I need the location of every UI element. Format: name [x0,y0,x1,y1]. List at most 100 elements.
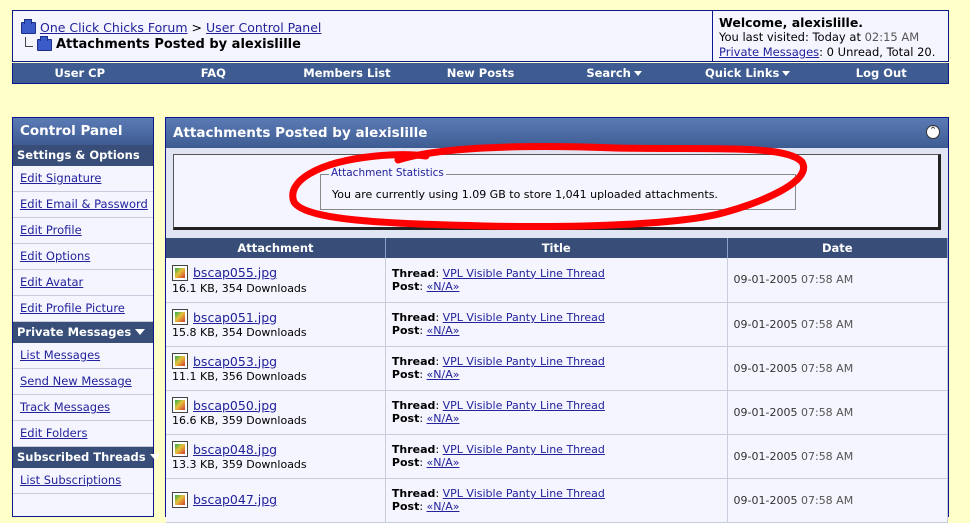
thread-link[interactable]: VPL Visible Panty Line Thread [443,267,605,280]
sidebar-category-private-messages[interactable]: Private Messages [13,322,153,343]
navbar-top-box: One Click Chicks Forum > User Control Pa… [12,10,949,62]
post-link[interactable]: «N/A» [427,412,460,425]
image-file-icon [172,441,188,457]
image-file-icon [172,309,188,325]
sidebar-category-subscribed-threads[interactable]: Subscribed Threads [13,447,160,468]
main-navbar: User CP FAQ Members List New Posts Searc… [12,63,949,84]
last-visit-label: You last visited: Today at [719,30,861,44]
nav-search[interactable]: Search [547,66,681,80]
nav-quick-links[interactable]: Quick Links [681,66,815,80]
thread-label: Thread [391,487,436,500]
attachment-cell: bscap051.jpg 15.8 KB, 354 Downloads [166,302,386,347]
breadcrumb-section-link[interactable]: User Control Panel [206,20,321,35]
chevron-down-icon [782,71,791,76]
breadcrumb-forum-link[interactable]: One Click Chicks Forum [40,20,188,35]
attachment-link[interactable]: bscap053.jpg [193,354,277,369]
nav-faq[interactable]: FAQ [147,66,281,80]
table-row: bscap050.jpg 16.6 KB, 359 Downloads Thread… [166,390,949,435]
attachment-cell: bscap047.jpg [166,478,386,523]
post-time: 07:58 AM [800,449,854,463]
thread-link[interactable]: VPL Visible Panty Line Thread [443,487,605,500]
image-file-icon [172,397,188,413]
attachment-cell: bscap048.jpg 13.3 KB, 359 Downloads [166,434,386,479]
nav-log-out[interactable]: Log Out [814,66,948,80]
stats-legend: Attachment Statistics [329,167,446,179]
nav-user-cp[interactable]: User CP [13,66,147,80]
attachment-stats-box: Attachment Statistics You are currently … [173,154,941,230]
col-header-title[interactable]: Title [385,238,728,258]
image-file-icon [172,264,188,281]
thread-link[interactable]: VPL Visible Panty Line Thread [443,355,605,368]
sidebar-item-edit-signature[interactable]: Edit Signature [13,166,153,192]
post-label: Post [391,500,420,513]
date-cell: 09-01-2005 07:58 AM [727,302,949,347]
thread-link[interactable]: VPL Visible Panty Line Thread [443,443,605,456]
attachment-link[interactable]: bscap050.jpg [193,398,277,413]
post-link[interactable]: «N/A» [427,368,460,381]
sidebar-item-edit-avatar[interactable]: Edit Avatar [13,270,153,296]
sidebar-item-track-messages[interactable]: Track Messages [13,395,153,421]
nav-members-list[interactable]: Members List [280,66,414,80]
attachment-link[interactable]: bscap048.jpg [193,442,277,457]
breadcrumb: One Click Chicks Forum > User Control Pa… [21,11,711,61]
col-header-attachment[interactable]: Attachment [166,238,386,258]
page-title: Attachments Posted by alexislille [56,37,301,52]
attachment-link[interactable]: bscap055.jpg [193,265,277,280]
table-row: bscap055.jpg 16.1 KB, 354 Downloads Thread… [166,258,949,303]
attachment-meta: 11.1 KB, 356 Downloads [172,370,307,383]
title-cell: Thread: VPL Visible Panty Line Thread Pos… [385,434,728,479]
post-label: Post [391,456,420,469]
sidebar-item-edit-folders[interactable]: Edit Folders [13,421,153,447]
thread-link[interactable]: VPL Visible Panty Line Thread [443,311,605,324]
thread-label: Thread [391,266,436,280]
sidebar-item-edit-profile[interactable]: Edit Profile [13,218,153,244]
sidebar-item-send-new-message[interactable]: Send New Message [13,369,153,395]
sidebar-item-edit-email-password[interactable]: Edit Email & Password [13,192,153,218]
attachment-link[interactable]: bscap047.jpg [193,492,277,507]
image-file-icon [172,353,188,369]
thread-label: Thread [391,311,436,324]
welcome-title: Welcome, alexislille. [719,15,864,30]
title-cell: Thread: VPL Visible Panty Line Thread Pos… [385,302,728,347]
post-link[interactable]: «N/A» [427,324,460,337]
post-date: 09-01-2005 [733,449,798,463]
post-date: 09-01-2005 [733,405,798,419]
post-date: 09-01-2005 [733,493,798,507]
title-cell: Thread: VPL Visible Panty Line Thread Pos… [385,478,728,523]
stats-text: You are currently using 1.09 GB to store… [332,188,718,201]
sidebar-item-list-subscriptions[interactable]: List Subscriptions [13,468,153,494]
col-header-date[interactable]: Date [727,238,949,258]
attachment-meta: 13.3 KB, 359 Downloads [172,458,307,471]
post-link[interactable]: «N/A» [427,456,460,469]
attachment-link[interactable]: bscap051.jpg [193,310,277,325]
table-row: bscap051.jpg 15.8 KB, 354 Downloads Thread… [166,302,949,347]
sidebar-item-edit-options[interactable]: Edit Options [13,244,153,270]
welcome-panel: Welcome, alexislille. You last visited: … [712,11,948,61]
post-date: 09-01-2005 [733,273,798,287]
post-link[interactable]: «N/A» [427,500,460,513]
private-messages-link[interactable]: Private Messages [719,45,819,59]
post-date: 09-01-2005 [733,361,798,375]
panel-header: Attachments Posted by alexislille ⌃ [166,118,948,148]
attachment-meta: 16.1 KB, 354 Downloads [172,281,307,295]
nav-new-posts[interactable]: New Posts [414,66,548,80]
post-time: 07:58 AM [800,405,854,419]
folder-open-icon [37,35,52,51]
table-row: bscap048.jpg 13.3 KB, 359 Downloads Thread… [166,434,949,479]
collapse-icon[interactable]: ⌃ [926,125,940,139]
post-date: 09-01-2005 [733,317,798,331]
sidebar-category-settings: Settings & Options [13,145,153,166]
title-cell: Thread: VPL Visible Panty Line Thread Pos… [385,258,728,303]
panel-title: Attachments Posted by alexislille [173,125,428,141]
sidebar-item-edit-profile-picture[interactable]: Edit Profile Picture [13,296,153,322]
post-time: 07:58 AM [800,317,854,331]
post-link[interactable]: «N/A» [427,280,460,293]
attachments-panel: Attachments Posted by alexislille ⌃ Atta… [165,117,949,523]
post-label: Post [391,368,420,381]
chevron-down-icon [633,71,642,76]
thread-link[interactable]: VPL Visible Panty Line Thread [443,399,605,412]
attachment-meta: 15.8 KB, 354 Downloads [172,326,307,339]
pm-status: : 0 Unread, Total 20. [819,45,936,59]
sidebar-item-list-messages[interactable]: List Messages [13,343,153,369]
date-cell: 09-01-2005 07:58 AM [727,478,949,523]
